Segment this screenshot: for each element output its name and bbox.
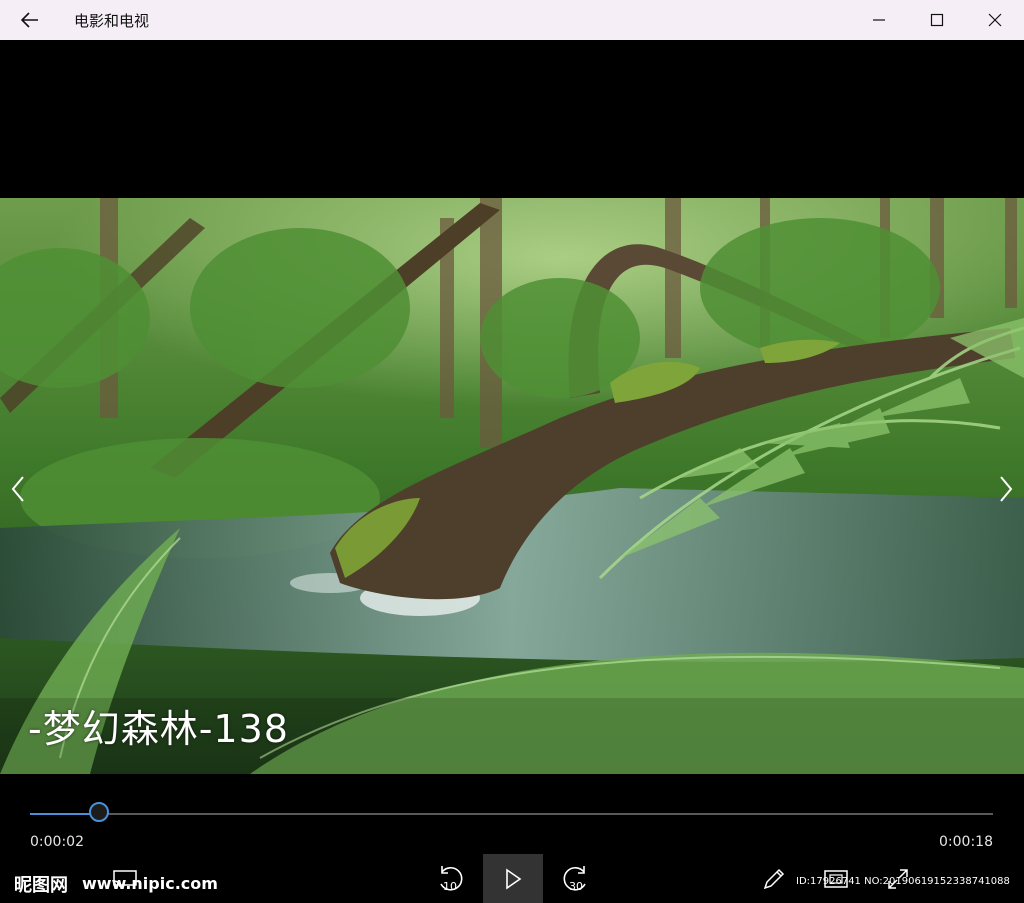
play-button[interactable] xyxy=(483,854,543,903)
skip-back-icon: 10 xyxy=(440,865,463,893)
play-icon xyxy=(506,867,522,890)
back-button[interactable] xyxy=(0,0,60,40)
chevron-right-icon xyxy=(1000,476,1013,502)
video-subtitle: -梦幻森林-138 xyxy=(28,707,289,751)
forest-scene-image xyxy=(0,198,1024,774)
minimize-icon xyxy=(873,19,885,21)
skip-back-label: 10 xyxy=(443,880,457,893)
close-icon xyxy=(988,13,1002,27)
close-button[interactable] xyxy=(966,0,1024,40)
seek-thumb[interactable] xyxy=(89,802,110,822)
skip-forward-button[interactable]: 30 xyxy=(546,854,606,903)
skip-forward-icon: 30 xyxy=(563,865,586,893)
back-arrow-icon xyxy=(21,12,38,28)
skip-back-button[interactable]: 10 xyxy=(420,854,480,903)
video-frame[interactable]: -梦幻森林-138 xyxy=(0,198,1024,774)
chevron-left-icon xyxy=(11,476,24,502)
watermark-logo: 昵图网 xyxy=(14,875,68,896)
seek-bar[interactable] xyxy=(30,802,993,822)
maximize-button[interactable] xyxy=(908,0,966,40)
skip-forward-label: 30 xyxy=(569,880,583,893)
total-time: 0:00:18 xyxy=(939,834,993,850)
edit-button[interactable] xyxy=(744,854,804,903)
next-button[interactable] xyxy=(991,472,1021,506)
previous-button[interactable] xyxy=(3,472,33,506)
minimize-button[interactable] xyxy=(850,0,908,40)
title-bar: 电影和电视 xyxy=(0,0,1024,40)
pen-icon xyxy=(763,868,785,889)
current-time: 0:00:02 xyxy=(30,834,84,850)
watermark-site: www.nipic.com xyxy=(82,874,218,893)
app-title: 电影和电视 xyxy=(74,11,150,30)
watermark-id: ID:17926741 NO:20190619152338741088 xyxy=(796,876,1010,887)
maximize-icon xyxy=(930,13,944,27)
